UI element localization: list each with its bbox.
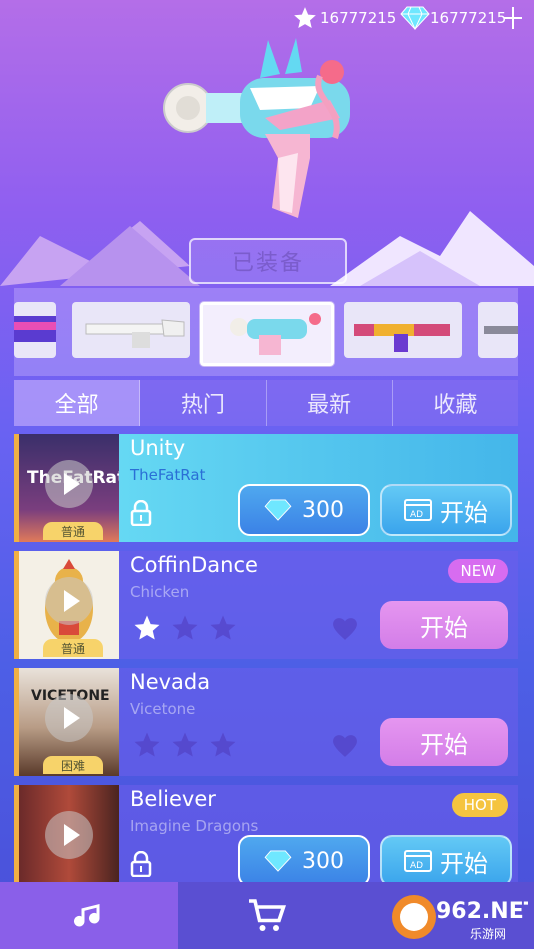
weapon-carousel[interactable] [14,288,518,376]
star-count: 16777215 [320,9,397,27]
ad-start-button[interactable]: AD 开始 [380,484,512,536]
star-rating [132,730,238,760]
watermark-brand: 962.NET [436,899,528,924]
new-badge: NEW [448,559,508,583]
start-label: 开始 [440,498,488,527]
song-artist: Chicken [130,583,190,601]
song-row[interactable]: 普通 CoffinDance Chicken NEW 开始 [14,551,518,659]
favorite-heart-icon[interactable] [332,734,358,758]
star-icon-empty [134,732,160,757]
song-row[interactable]: 困难 Believer Imagine Dragons HOT 300 AD 开… [14,785,518,882]
star-icon-filled [134,615,160,640]
equipped-button[interactable]: 已装备 [189,238,347,284]
song-title: Unity [130,436,186,460]
song-row[interactable]: VICETONE 困难 Nevada Vicetone 开始 [14,668,518,776]
start-label: 开始 [440,849,488,878]
tab-favorites[interactable]: 收藏 [393,380,518,426]
song-artist: Imagine Dragons [130,817,259,835]
start-button[interactable]: 开始 [380,718,508,766]
star-rating [132,613,238,643]
favorite-heart-icon[interactable] [332,617,358,641]
play-icon[interactable] [45,577,93,625]
play-icon[interactable] [45,811,93,859]
star-icon [290,4,320,32]
diamond-icon [264,499,292,521]
nav-music[interactable] [0,882,178,949]
song-artist: TheFatRat [130,466,206,484]
album-cover: TheFatRat 普通 [19,434,119,542]
weapon-card[interactable] [478,302,518,358]
difficulty-tag: 普通 [43,522,103,540]
tab-latest[interactable]: 最新 [267,380,393,426]
diamond-icon [264,850,292,872]
ad-start-button[interactable]: AD 开始 [380,835,512,882]
shopping-cart-icon [249,898,286,931]
nav-shop[interactable] [178,882,356,949]
site-watermark-logo: 962.NET 乐游网 [392,895,528,941]
weapon-card[interactable] [344,302,462,358]
svg-text:AD: AD [410,510,423,520]
weapon-card-selected[interactable] [200,302,334,366]
album-cover: 普通 [19,551,119,659]
album-cover: 困难 [19,785,119,882]
ad-video-icon: AD [404,499,432,521]
difficulty-tag: 困难 [43,756,103,774]
song-artist: Vicetone [130,700,196,718]
star-icon-empty [210,615,236,640]
gem-count: 16777215 [430,9,507,27]
tab-all[interactable]: 全部 [14,380,141,426]
star-currency: 16777215 [290,4,396,32]
play-icon[interactable] [45,694,93,742]
add-currency-icon[interactable] [504,7,522,29]
play-icon[interactable] [45,460,93,508]
tab-hot[interactable]: 热门 [140,380,267,426]
song-row[interactable]: TheFatRat 普通 Unity TheFatRat 300 AD 开始 [14,434,518,542]
song-title: Believer [130,787,216,811]
lock-icon [130,500,152,526]
star-icon-empty [210,732,236,757]
star-icon-empty [172,615,198,640]
ad-video-icon: AD [404,850,432,872]
weapon-card[interactable] [14,302,56,358]
music-note-icon [74,902,100,926]
start-label: 开始 [420,730,468,759]
song-title: CoffinDance [130,553,258,577]
start-button[interactable]: 开始 [380,601,508,649]
buy-with-gems-button[interactable]: 300 [238,835,370,882]
hot-badge: HOT [451,793,508,817]
start-label: 开始 [420,613,468,642]
album-cover: VICETONE 困难 [19,668,119,776]
lock-icon [130,851,152,877]
gem-currency: 16777215 [400,4,506,32]
top-bar: 16777215 16777215 [0,0,534,36]
song-tabs: 全部 热门 最新 收藏 [14,380,518,426]
ray-gun-icon [163,38,350,218]
gem-price: 300 [302,848,344,874]
difficulty-tag: 普通 [43,639,103,657]
song-title: Nevada [130,670,211,694]
buy-with-gems-button[interactable]: 300 [238,484,370,536]
watermark-subtitle: 乐游网 [470,927,506,941]
weapon-card[interactable] [72,302,190,358]
diamond-icon [400,4,430,32]
star-icon-empty [172,732,198,757]
svg-text:AD: AD [410,861,423,871]
gem-price: 300 [302,497,344,523]
